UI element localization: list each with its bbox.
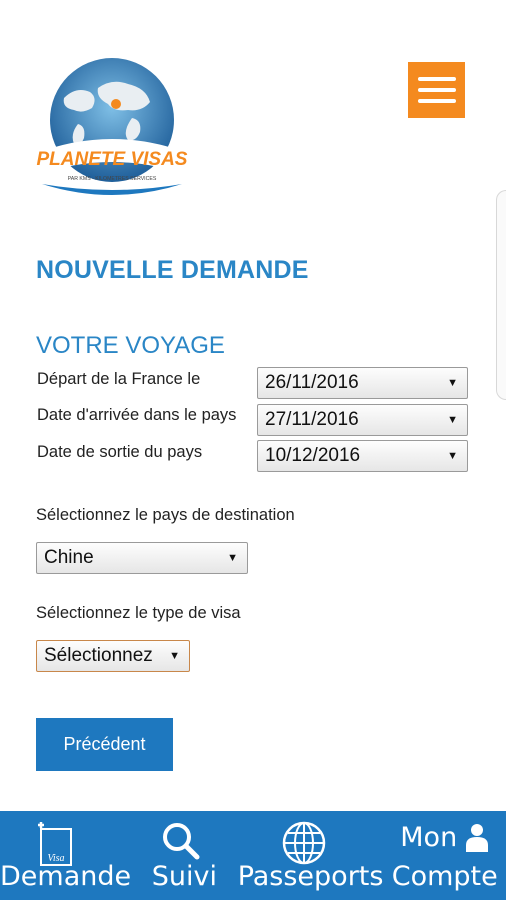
arrival-date-label: Date d'arrivée dans le pays <box>37 406 237 424</box>
departure-date-label: Départ de la France le <box>37 370 201 388</box>
menu-line-icon <box>417 88 456 92</box>
exit-date-select[interactable]: 10/12/2016 ▼ <box>257 440 468 472</box>
previous-button[interactable]: Précédent <box>36 718 173 771</box>
logo-tagline: PAR KMS - KILOMETRES SERVICES <box>68 176 157 182</box>
dropdown-arrow-icon: ▼ <box>447 377 458 389</box>
menu-line-icon <box>417 99 456 103</box>
visa-badge-text: Visa <box>47 853 64 864</box>
visa-document-icon: Visa <box>38 822 72 866</box>
nav-compte-label: Compte <box>391 861 498 892</box>
destination-label: Sélectionnez le pays de destination <box>36 506 295 524</box>
user-icon <box>466 824 489 852</box>
visa-type-value: Sélectionnez <box>44 645 153 666</box>
nav-mon-compte[interactable]: Mon Compte <box>383 811 506 900</box>
visa-type-select[interactable]: Sélectionnez ▼ <box>36 640 190 672</box>
departure-date-select[interactable]: 26/11/2016 ▼ <box>257 367 468 399</box>
globe-icon <box>282 821 325 865</box>
arrival-date-value: 27/11/2016 <box>265 409 359 430</box>
dropdown-arrow-icon: ▼ <box>447 414 458 426</box>
exit-date-value: 10/12/2016 <box>265 445 361 466</box>
hamburger-menu-button[interactable] <box>408 62 465 118</box>
nav-suivi-label: Suivi <box>151 861 218 892</box>
nav-compte-top: Mon <box>400 823 489 853</box>
nav-demande[interactable]: Visa Demande <box>0 811 131 900</box>
planete-visas-logo: PLANETE VISAS PAR KMS - KILOMETRES SERVI… <box>34 58 190 195</box>
header: PLANETE VISAS PAR KMS - KILOMETRES SERVI… <box>0 0 506 240</box>
nav-compte-top-label: Mon <box>400 822 458 853</box>
exit-date-label: Date de sortie du pays <box>37 443 203 461</box>
dropdown-arrow-icon: ▼ <box>227 552 238 564</box>
logo-brand-text: PLANETE VISAS <box>37 149 188 170</box>
departure-date-value: 26/11/2016 <box>265 372 359 393</box>
dropdown-arrow-icon: ▼ <box>169 650 180 662</box>
bottom-navigation: Visa Demande Suivi Passeports Mon Compte <box>0 811 506 900</box>
page-title: NOUVELLE DEMANDE <box>36 256 309 284</box>
menu-line-icon <box>417 77 456 81</box>
nav-passeports[interactable]: Passeports <box>238 811 383 900</box>
dropdown-arrow-icon: ▼ <box>447 450 458 462</box>
destination-select[interactable]: Chine ▼ <box>36 542 248 574</box>
side-drawer-handle[interactable] <box>496 190 506 400</box>
section-title: VOTRE VOYAGE <box>36 332 225 359</box>
nav-suivi[interactable]: Suivi <box>131 811 238 900</box>
destination-value: Chine <box>44 547 94 568</box>
visa-type-label: Sélectionnez le type de visa <box>36 604 241 622</box>
search-icon <box>163 823 200 860</box>
arrival-date-select[interactable]: 27/11/2016 ▼ <box>257 404 468 436</box>
